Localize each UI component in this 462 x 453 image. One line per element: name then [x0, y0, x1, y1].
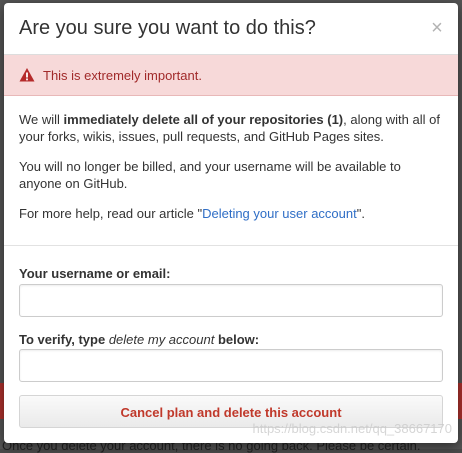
help-text: For more help, read our article "Deletin…: [19, 206, 365, 221]
billing-notice-text: You will no longer be billed, and your u…: [19, 159, 401, 191]
warning-flash-text: This is extremely important.: [43, 68, 202, 83]
deletion-consequences-text: We will immediately delete all of your r…: [19, 112, 440, 144]
verify-phrase: delete my account: [108, 332, 215, 347]
help-article-link[interactable]: Deleting your user account: [202, 206, 357, 221]
dialog-header: Are you sure you want to do this? ×: [4, 3, 458, 55]
divider: [4, 245, 458, 246]
warning-icon: [19, 68, 35, 82]
watermark-text: https://blog.csdn.net/qq_38667170: [252, 421, 453, 436]
verify-field-label: To verify, type delete my account below:: [19, 332, 260, 347]
close-icon[interactable]: ×: [428, 18, 446, 38]
dialog-body: We will immediately delete all of your r…: [19, 111, 445, 235]
username-field-label: Your username or email:: [19, 266, 171, 281]
delete-account-dialog: Are you sure you want to do this? × This…: [4, 3, 458, 443]
verify-input[interactable]: [19, 349, 443, 382]
dialog-title: Are you sure you want to do this?: [19, 17, 316, 39]
username-input[interactable]: [19, 284, 443, 317]
deletion-emphasis: immediately delete all of your repositor…: [63, 112, 344, 127]
warning-flash: This is extremely important.: [4, 55, 458, 96]
